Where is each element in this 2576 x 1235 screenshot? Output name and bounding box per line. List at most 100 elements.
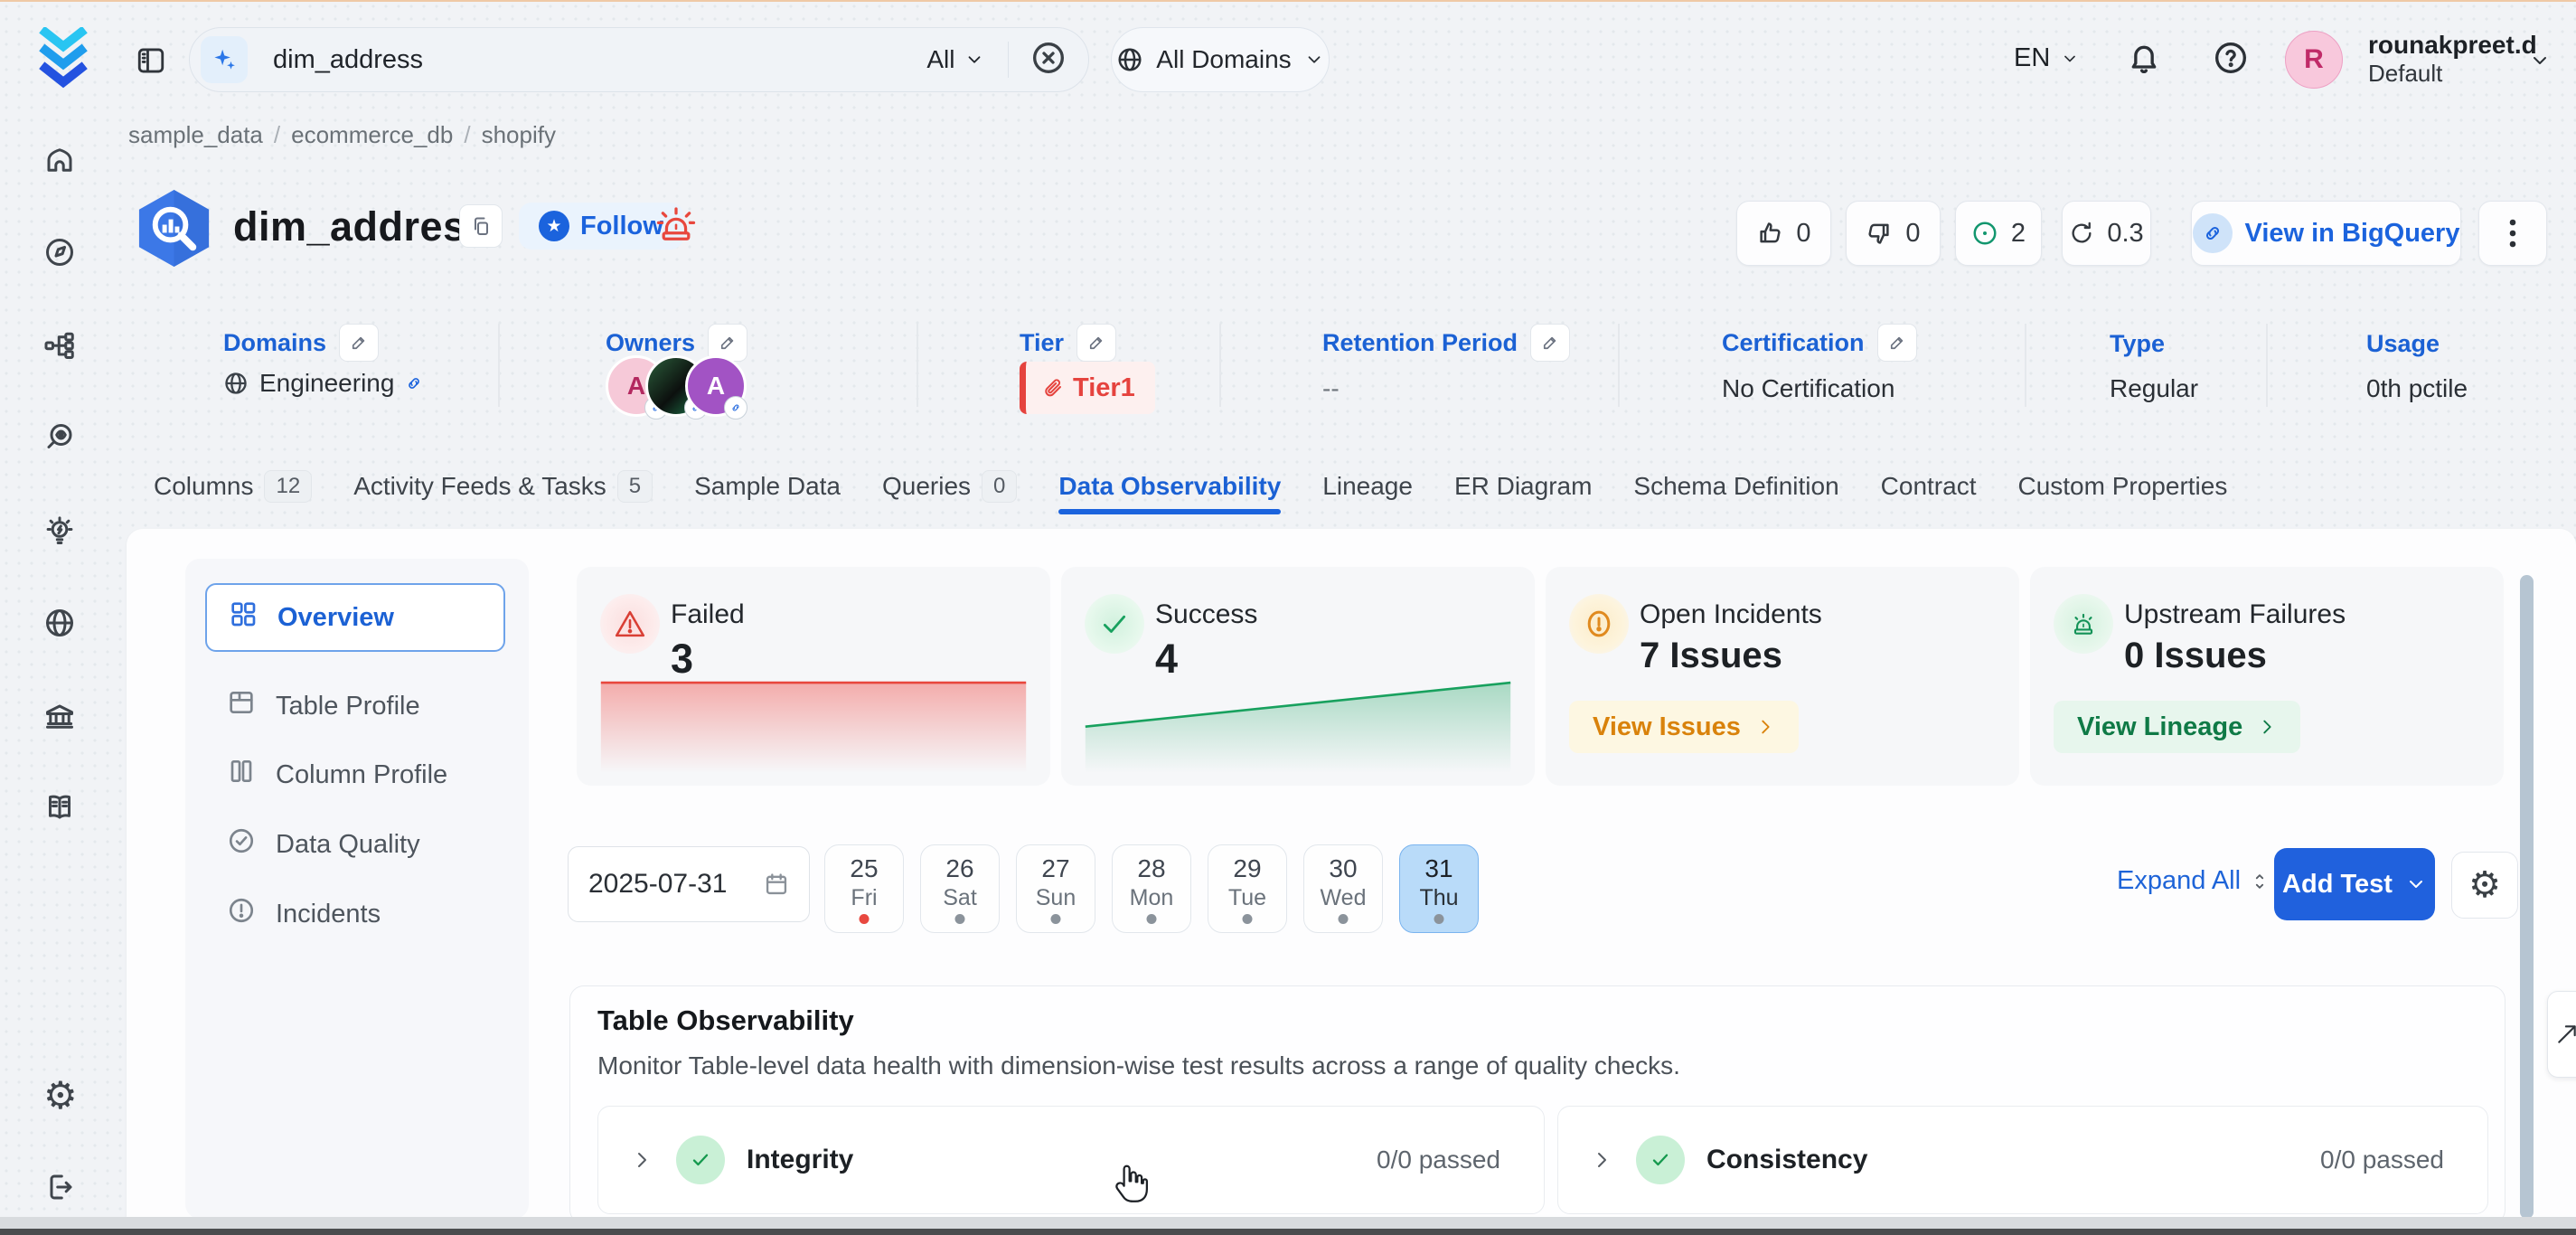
observability-settings-button[interactable]: ⚙ — [2451, 852, 2518, 919]
glossary-book-icon[interactable] — [43, 791, 76, 828]
tab-columns[interactable]: Columns12 — [154, 470, 312, 503]
breadcrumb-schema[interactable]: shopify — [482, 121, 556, 149]
view-lineage-button[interactable]: View Lineage — [2054, 701, 2300, 753]
global-search-bar[interactable]: dim_address All — [189, 27, 1089, 92]
notifications-bell-icon[interactable] — [2126, 40, 2162, 80]
day-chip-25[interactable]: 25Fri — [824, 844, 904, 933]
vertical-scrollbar[interactable] — [2520, 575, 2534, 1219]
language-selector[interactable]: EN — [2014, 43, 2079, 73]
chevron-down-icon — [2405, 873, 2427, 895]
sidebar-toggle-icon[interactable] — [136, 45, 166, 80]
tab-data-observability[interactable]: Data Observability — [1058, 472, 1281, 501]
search-clear-icon[interactable] — [1030, 40, 1067, 80]
user-name: rounakpreet.d — [2368, 31, 2537, 60]
tier-field: Tier — [1020, 324, 1116, 362]
user-menu-chevron-icon[interactable] — [2529, 50, 2551, 76]
search-scope-dropdown[interactable]: All — [926, 45, 983, 74]
observability-search-icon[interactable] — [43, 421, 76, 458]
edit-domains-button[interactable] — [339, 324, 379, 362]
tab-custom-properties[interactable]: Custom Properties — [2017, 472, 2227, 501]
add-test-button[interactable]: Add Test — [2274, 848, 2435, 920]
bigquery-entity-icon — [133, 187, 215, 274]
date-picker-input[interactable]: 2025-07-31 — [568, 846, 810, 922]
downvote-button[interactable]: 0 — [1846, 201, 1941, 266]
more-options-button[interactable] — [2478, 201, 2547, 266]
table-profile-icon — [227, 688, 256, 724]
day-chip-30[interactable]: 30Wed — [1303, 844, 1383, 933]
app-logo[interactable] — [33, 27, 94, 93]
check-icon — [1085, 594, 1144, 654]
success-tests-card: Success 4 — [1061, 567, 1535, 786]
dimension-integrity-accordion[interactable]: Integrity 0/0 passed — [597, 1106, 1545, 1214]
sidebar-item-incidents[interactable]: Incidents — [227, 887, 381, 941]
user-menu[interactable]: rounakpreet.d Default — [2368, 31, 2537, 87]
logout-icon[interactable] — [43, 1171, 76, 1208]
calendar-icon — [764, 872, 789, 897]
retention-value: -- — [1322, 374, 1340, 403]
sidebar-item-column-profile[interactable]: Column Profile — [227, 748, 447, 802]
breadcrumb-service[interactable]: sample_data — [128, 121, 263, 149]
sidebar-item-data-quality[interactable]: Data Quality — [227, 817, 420, 872]
observability-sidebar: Overview Table Profile Column Profile Da… — [185, 559, 529, 1219]
version-history-icon — [2069, 221, 2094, 246]
overview-grid-icon — [229, 599, 258, 636]
user-avatar[interactable]: R — [2285, 31, 2343, 89]
tab-contract[interactable]: Contract — [1881, 472, 1977, 501]
paperclip-icon — [1042, 377, 1064, 399]
thumbs-down-icon — [1866, 220, 1893, 247]
govern-bank-icon[interactable] — [43, 701, 76, 738]
section-description: Monitor Table-level data health with dim… — [597, 1051, 1680, 1080]
help-icon[interactable] — [2213, 40, 2249, 80]
edit-certification-button[interactable] — [1877, 324, 1917, 362]
tab-activity-feeds[interactable]: Activity Feeds & Tasks5 — [353, 470, 653, 503]
lineage-flow-icon[interactable] — [43, 329, 76, 366]
watch-button[interactable]: 2 — [1955, 201, 2042, 266]
view-issues-button[interactable]: View Issues — [1569, 701, 1799, 753]
day-chip-28[interactable]: 28Mon — [1112, 844, 1191, 933]
tab-queries[interactable]: Queries0 — [882, 470, 1017, 503]
expand-all-button[interactable]: Expand All — [2117, 866, 2270, 896]
breadcrumb-database[interactable]: ecommerce_db — [291, 121, 453, 149]
breadcrumb: sample_data / ecommerce_db / shopify — [128, 121, 556, 149]
settings-gear-icon[interactable]: ⚙ — [43, 1078, 78, 1114]
day-chip-29[interactable]: 29Tue — [1208, 844, 1287, 933]
page-title: dim_address — [233, 203, 489, 250]
sidebar-item-overview[interactable]: Overview — [205, 583, 505, 652]
search-input[interactable]: dim_address — [273, 45, 926, 75]
domain-filter-dropdown[interactable]: All Domains — [1111, 27, 1330, 92]
owner-avatar-3[interactable]: A — [685, 355, 747, 417]
edit-retention-button[interactable] — [1530, 324, 1570, 362]
tab-er-diagram[interactable]: ER Diagram — [1454, 472, 1592, 501]
domains-globe-icon[interactable] — [43, 607, 76, 644]
edit-tier-button[interactable] — [1076, 324, 1116, 362]
tab-lineage[interactable]: Lineage — [1322, 472, 1413, 501]
dimension-pass-icon — [1636, 1136, 1685, 1184]
view-in-bigquery-button[interactable]: View in BigQuery — [2191, 201, 2461, 266]
version-button[interactable]: 0.3 — [2062, 201, 2151, 266]
pencil-icon — [1087, 334, 1105, 352]
incident-alert-icon — [1569, 594, 1629, 654]
sidebar-item-table-profile[interactable]: Table Profile — [227, 679, 420, 733]
follow-star-icon: ★ — [539, 211, 569, 241]
explore-compass-icon[interactable] — [43, 236, 76, 273]
copy-name-button[interactable] — [459, 204, 503, 248]
day-chip-31-selected[interactable]: 31Thu — [1399, 844, 1479, 933]
dimension-pass-icon — [676, 1136, 725, 1184]
home-icon[interactable] — [43, 144, 76, 181]
domain-value[interactable]: Engineering — [223, 369, 423, 398]
owner-avatars[interactable]: A A — [606, 355, 750, 415]
collapsed-side-panel-tab[interactable] — [2547, 991, 2576, 1078]
tab-schema-definition[interactable]: Schema Definition — [1633, 472, 1838, 501]
usage-value: 0th pctile — [2366, 374, 2468, 403]
tab-sample-data[interactable]: Sample Data — [694, 472, 841, 501]
alert-siren-icon[interactable] — [653, 201, 700, 252]
insights-bulb-icon[interactable] — [43, 514, 76, 552]
window-top-edge — [0, 0, 2576, 2]
dimension-consistency-accordion[interactable]: Consistency 0/0 passed — [1557, 1106, 2488, 1214]
day-chip-26[interactable]: 26Sat — [920, 844, 1000, 933]
chevron-right-icon — [631, 1149, 653, 1171]
chevron-right-icon — [1591, 1149, 1612, 1171]
day-chip-27[interactable]: 27Sun — [1016, 844, 1095, 933]
tier-badge[interactable]: Tier1 — [1020, 362, 1155, 414]
upvote-button[interactable]: 0 — [1736, 201, 1831, 266]
